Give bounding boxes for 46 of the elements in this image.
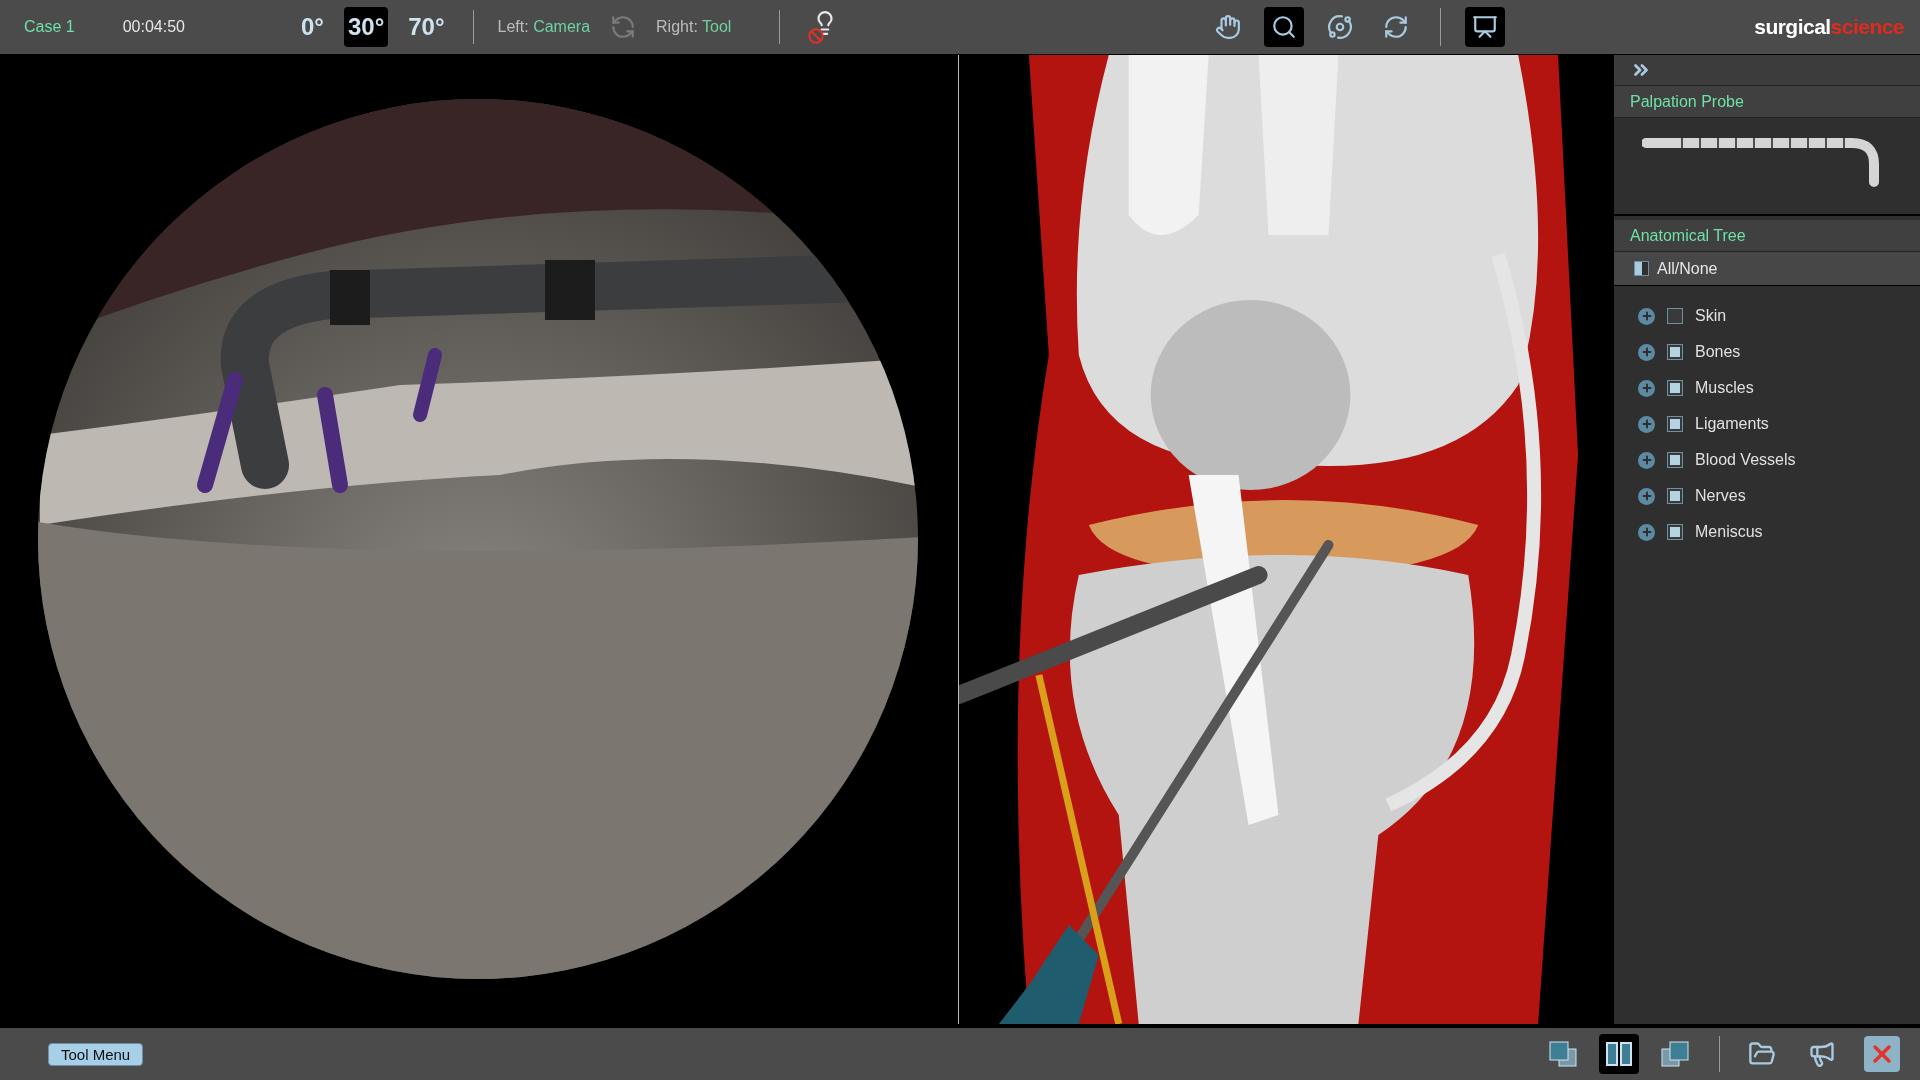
tree-checkbox[interactable] [1667,488,1683,504]
expand-icon[interactable] [1638,415,1655,433]
tree-checkbox[interactable] [1667,452,1683,468]
refresh-icon [1383,14,1410,40]
tree-item-label: Ligaments [1695,414,1769,434]
case-title: Case 1 [24,17,75,37]
split-view-icon [1604,1040,1634,1068]
orbit-icon [1327,14,1354,40]
tool-menu-button[interactable]: Tool Menu [48,1042,144,1066]
tree-checkbox[interactable] [1667,308,1683,324]
right-view-label: Right: Tool [656,17,732,37]
expand-icon[interactable] [1638,343,1655,361]
timer: 00:04:50 [122,17,185,37]
tool-button[interactable] [1264,7,1305,47]
left-view-label: Left: Camera [497,17,591,37]
angle-button[interactable]: 0° [297,7,328,47]
right-view-icon [1660,1040,1690,1068]
logo: surgicalscience [1754,14,1904,41]
tree-item-label: Bones [1695,342,1741,362]
angle-button[interactable]: 70° [404,7,449,47]
view-button[interactable] [1599,1034,1639,1074]
left-view-icon [1548,1040,1578,1068]
tree-checkbox[interactable] [1667,380,1683,396]
tree-item-label: Nerves [1695,486,1746,506]
panel-title: Anatomical Tree [1630,225,1746,246]
tree-checkbox[interactable] [1667,416,1683,432]
hand-icon [1215,14,1242,40]
board-icon [1472,14,1499,40]
expand-icon[interactable] [1638,379,1655,397]
panel-title: Palpation Probe [1630,91,1744,112]
tree-checkbox[interactable] [1667,524,1683,540]
expand-icon[interactable] [1638,451,1655,469]
tree-item-label: Blood Vessels [1695,450,1796,470]
speaker-icon [1808,1040,1836,1068]
all-none-toggle[interactable]: All/None [1614,252,1920,286]
tree-checkbox[interactable] [1667,344,1683,360]
angle-button[interactable]: 30° [343,7,389,47]
expand-icon[interactable] [1638,523,1655,541]
tree-item-label: Skin [1695,306,1727,326]
search-icon [1271,14,1298,40]
expand-icon[interactable] [1638,487,1655,505]
prohibited-icon [808,28,825,44]
annotation-button[interactable] [1465,7,1506,47]
expand-icon[interactable] [1638,307,1655,325]
tree-item-label: Muscles [1695,378,1754,398]
tree-item-label: Meniscus [1695,522,1763,542]
